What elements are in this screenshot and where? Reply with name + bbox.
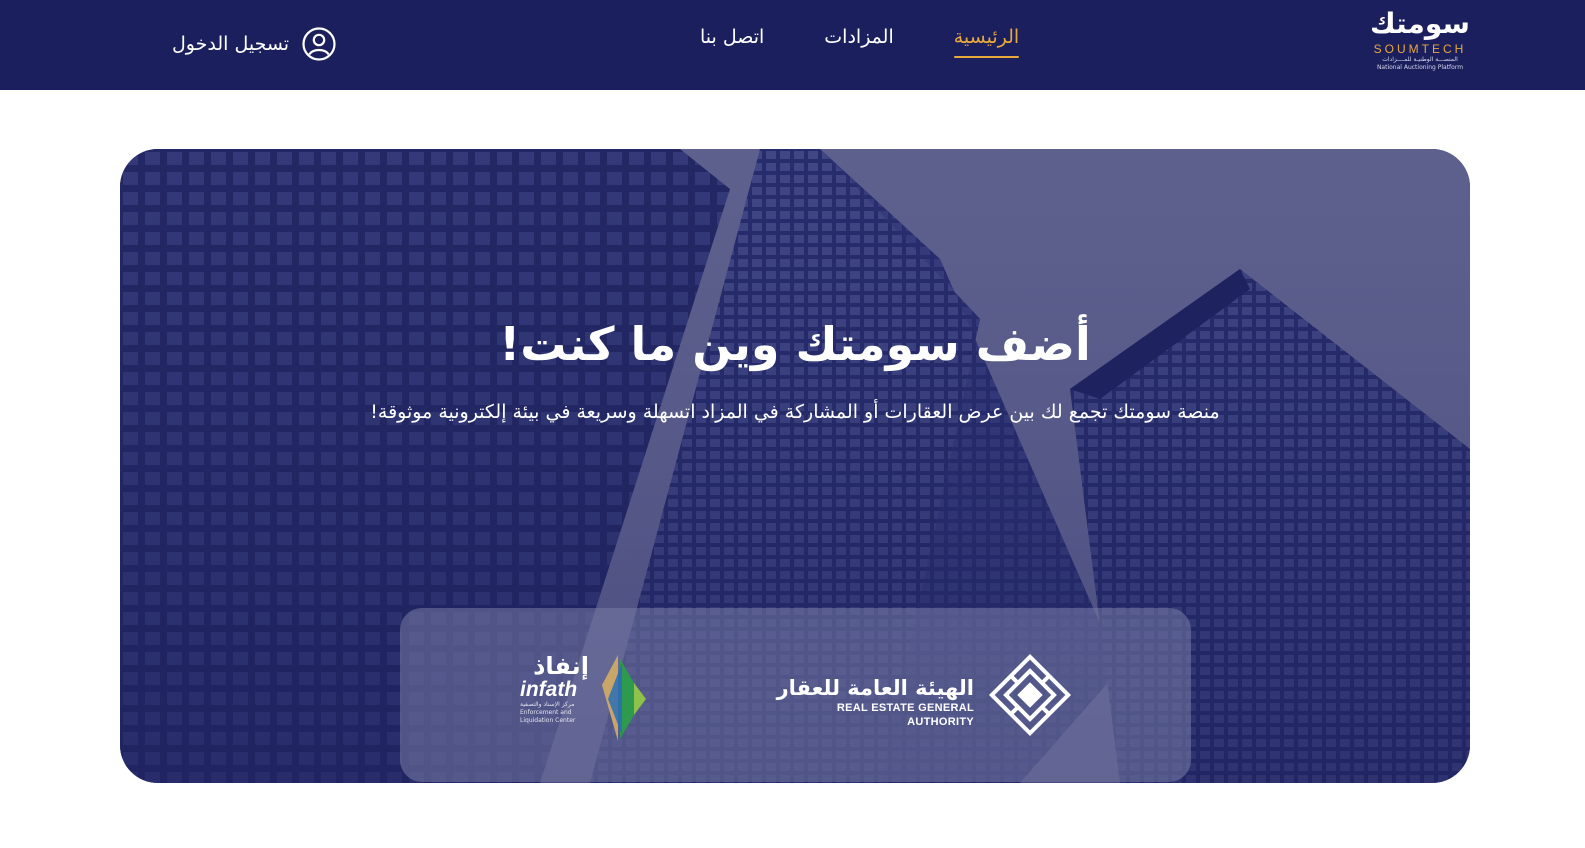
- nav-auctions[interactable]: المزادات: [824, 26, 893, 58]
- nav-contact-us[interactable]: اتصل بنا: [700, 26, 764, 58]
- login-button[interactable]: تسجيل الدخول: [172, 26, 337, 62]
- infath-name-en: infath: [520, 678, 578, 701]
- user-circle-icon: [302, 27, 336, 61]
- login-label: تسجيل الدخول: [172, 33, 290, 55]
- nav-home[interactable]: الرئيسية: [953, 26, 1020, 58]
- partners-panel: إنفاذ infath مركز الإسناد والتصفية Enfor…: [400, 608, 1191, 782]
- hero-title: أضف سومتك وين ما كنت!: [499, 317, 1091, 371]
- rega-logo: الهيئة العامة للعقار REAL ESTATE GENERAL…: [768, 653, 1073, 739]
- rega-logo-mark: [988, 653, 1072, 737]
- infath-logo: إنفاذ infath مركز الإسناد والتصفية Enfor…: [520, 653, 650, 745]
- infath-logo-mark: [602, 655, 646, 741]
- main-nav: اتصل بنا المزادات الرئيسية: [700, 26, 1020, 66]
- hero-subtitle: منصة سومتك تجمع لك بين عرض العقارات أو ا…: [370, 401, 1220, 423]
- hero-banner: أضف سومتك وين ما كنت! منصة سومتك تجمع لك…: [120, 149, 1470, 783]
- logo-tagline-en: National Auctioning Platform: [1376, 64, 1464, 71]
- top-navbar: تسجيل الدخول اتصل بنا المزادات الرئيسية …: [0, 0, 1585, 90]
- infath-name-ar: إنفاذ: [533, 652, 589, 680]
- rega-name-en: REAL ESTATE GENERAL AUTHORITY: [836, 702, 974, 728]
- soumtech-logo[interactable]: سومتك SOUMTECH المنصـــة الوطنيـة للمـــ…: [1370, 8, 1470, 80]
- logo-english: SOUMTECH: [1373, 42, 1467, 56]
- logo-arabic: سومتك: [1370, 7, 1470, 40]
- infath-tagline-ar: مركز الإسناد والتصفية: [520, 701, 575, 708]
- rega-name-ar: الهيئة العامة للعقار: [776, 676, 974, 700]
- logo-tagline-ar: المنصـــة الوطنيـة للمــــزادات: [1382, 56, 1458, 63]
- infath-tagline-en: Enforcement and Liquidation Center: [520, 709, 576, 724]
